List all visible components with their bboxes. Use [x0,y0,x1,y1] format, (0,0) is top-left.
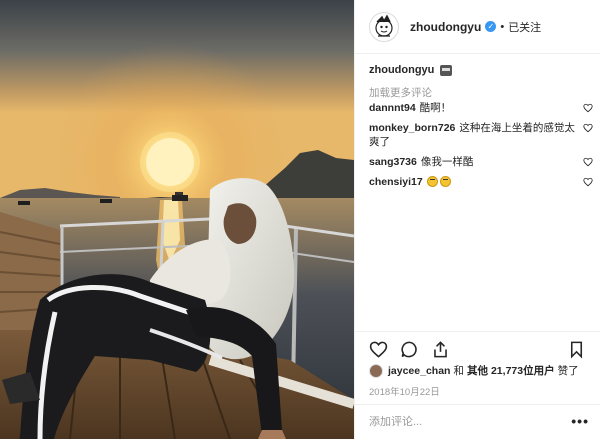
avatar-drawing [375,13,393,37]
header-username[interactable]: zhoudongyu [410,20,481,34]
comment-text: 酷啊！ [419,102,452,114]
header-separator: • [500,20,505,33]
likes-connector: 和 [453,365,464,377]
emoji-icon [440,64,453,76]
comment-item: dannnt94 酷啊！ [369,101,595,115]
verified-badge-icon: ✓ [485,21,497,32]
post-caption: zhoudongyu [369,64,453,76]
cartoon-avatar-icon[interactable] [369,11,399,42]
comment-item: monkey_born726 这种在海上坐着的感觉太爽了 [369,121,595,149]
likes-others-label[interactable]: 其他 [467,363,488,378]
comment-item: sang3736 像我一样酷 [369,155,595,169]
comment-username[interactable]: chensiyi17 [369,176,423,188]
caption-username[interactable]: zhoudongyu [369,64,434,76]
comment-username[interactable]: monkey_born726 [369,122,455,134]
post-sidebar: zhoudongyu ✓ • 已关注 zhoudongyu 加载更多评论 dan… [354,0,600,439]
comment-username[interactable]: sang3736 [369,156,417,168]
post-timestamp: 2018年10月22日 [369,387,440,398]
heart-icon[interactable] [583,177,593,187]
comment-list: dannnt94 酷啊！ monkey_born726 这种在海上坐着的感觉太爽了 … [369,101,595,195]
heart-icon[interactable] [583,103,593,113]
post-header: zhoudongyu ✓ • 已关注 [355,0,600,54]
share-icon[interactable] [431,340,450,359]
likes-liked-label: 赞了 [557,365,579,377]
sunset-boat-photo [0,0,354,439]
add-comment-bar: ••• [355,404,600,439]
comment-text: 像我一样酷 [420,156,474,168]
bookmark-icon[interactable] [567,340,586,359]
cool-face-emoji-icon [439,176,451,187]
comment-item: chensiyi17 [369,175,595,189]
likes-users-suffix: 位用户 [523,365,555,377]
likes-count[interactable]: 21,773 [491,365,523,377]
likes-first-user[interactable]: jaycee_chan [388,365,450,377]
avatar [369,363,383,378]
more-options-button[interactable]: ••• [571,414,589,428]
cool-face-emoji-icon [426,176,438,187]
following-button[interactable]: 已关注 [508,19,541,35]
comment-input[interactable] [369,413,559,431]
instagram-post: zhoudongyu ✓ • 已关注 zhoudongyu 加载更多评论 dan… [0,0,600,439]
post-actions-bar [355,331,600,363]
heart-icon[interactable] [583,123,593,133]
load-more-comments-link[interactable]: 加载更多评论 [369,85,432,100]
post-photo[interactable] [0,0,354,439]
comment-icon[interactable] [400,340,419,359]
likes-summary: jaycee_chan 和 其他 21,773 位用户 赞了 [369,363,579,378]
heart-icon[interactable] [583,157,593,167]
heart-icon[interactable] [369,340,388,359]
comment-username[interactable]: dannnt94 [369,102,416,114]
